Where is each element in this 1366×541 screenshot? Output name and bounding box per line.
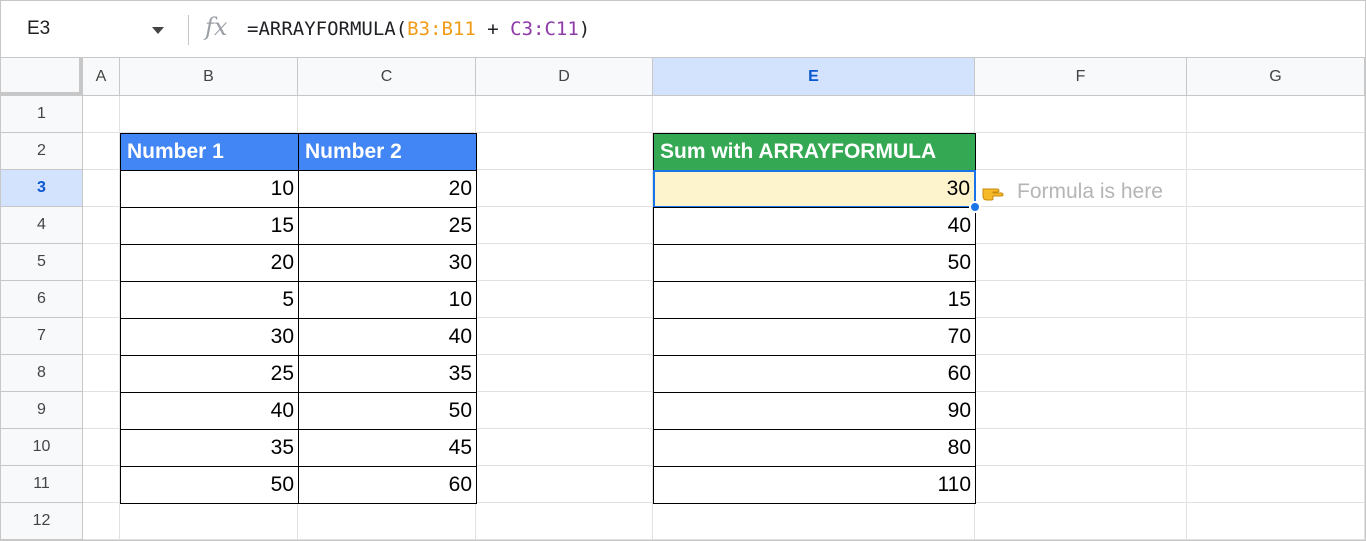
row-header-11[interactable]: 11 (1, 466, 83, 503)
row-header-4[interactable]: 4 (1, 207, 83, 244)
spreadsheet-window: E3 fx =ARRAYFORMULA(B3:B11 + C3:C11) ABC… (0, 0, 1366, 541)
fill-handle[interactable] (969, 201, 981, 213)
table-cell[interactable]: 25 (298, 207, 477, 245)
formula-operator: + (475, 18, 511, 40)
column-header-e[interactable]: E (653, 58, 975, 96)
row-header-10[interactable]: 10 (1, 429, 83, 466)
table-cell[interactable]: 60 (653, 355, 976, 393)
formula-bar-divider (188, 15, 189, 45)
name-box[interactable]: E3 (27, 18, 50, 40)
table-cell[interactable]: 20 (298, 170, 477, 208)
table-cell[interactable]: 40 (298, 318, 477, 356)
row-header-6[interactable]: 6 (1, 281, 83, 318)
row-header-7[interactable]: 7 (1, 318, 83, 355)
table-cell[interactable]: 50 (120, 466, 299, 504)
formula-range-b: B3:B11 (407, 18, 476, 40)
column-header-g[interactable]: G (1187, 58, 1365, 96)
formula-bar: E3 fx =ARRAYFORMULA(B3:B11 + C3:C11) (1, 1, 1365, 58)
name-box-dropdown-icon[interactable] (152, 27, 164, 34)
column-header-c[interactable]: C (298, 58, 476, 96)
column-header-b[interactable]: B (120, 58, 298, 96)
row-header-12[interactable]: 12 (1, 503, 83, 540)
formula-annotation: Formula is here (981, 180, 1163, 204)
table-cell[interactable]: 60 (298, 466, 477, 504)
table-cell[interactable]: 15 (120, 207, 299, 245)
active-cell-e3[interactable]: 30 (653, 170, 976, 208)
gridline-horizontal (83, 539, 1365, 540)
table-cell[interactable]: 110 (653, 466, 976, 504)
gridline-vertical (1364, 96, 1365, 540)
table-cell[interactable]: 40 (653, 207, 976, 245)
table-header-sum[interactable]: Sum with ARRAYFORMULA (653, 133, 976, 171)
table-cell[interactable]: 50 (298, 392, 477, 430)
table-cell[interactable]: 80 (653, 429, 976, 467)
formula-range-c: C3:C11 (510, 18, 579, 40)
gridline-vertical (1186, 96, 1187, 540)
row-header-8[interactable]: 8 (1, 355, 83, 392)
row-header-1[interactable]: 1 (1, 96, 83, 133)
column-header-a[interactable]: A (83, 58, 120, 96)
column-header-d[interactable]: D (476, 58, 653, 96)
row-header-5[interactable]: 5 (1, 244, 83, 281)
formula-suffix: ) (578, 18, 591, 40)
table-cell[interactable]: 70 (653, 318, 976, 356)
table-cell[interactable]: 30 (120, 318, 299, 356)
column-header-f[interactable]: F (975, 58, 1187, 96)
table-cell[interactable]: 15 (653, 281, 976, 319)
formula-input[interactable]: =ARRAYFORMULA(B3:B11 + C3:C11) (247, 18, 590, 40)
table-cell[interactable]: 50 (653, 244, 976, 282)
table-header-number-1[interactable]: Number 1 (120, 133, 299, 171)
table-cell[interactable]: 20 (120, 244, 299, 282)
table-cell[interactable]: 10 (298, 281, 477, 319)
table-cell[interactable]: 30 (298, 244, 477, 282)
formula-prefix: =ARRAYFORMULA( (247, 18, 408, 40)
table-cell[interactable]: 90 (653, 392, 976, 430)
row-header-2[interactable]: 2 (1, 133, 83, 170)
row-header-3[interactable]: 3 (1, 170, 83, 207)
table-cell[interactable]: 25 (120, 355, 299, 393)
annotation-text: Formula is here (1017, 180, 1163, 203)
row-header-9[interactable]: 9 (1, 392, 83, 429)
table-cell[interactable]: 5 (120, 281, 299, 319)
table-cell[interactable]: 35 (298, 355, 477, 393)
table-header-number-2[interactable]: Number 2 (298, 133, 477, 171)
table-cell[interactable]: 45 (298, 429, 477, 467)
select-all-corner[interactable] (1, 58, 83, 96)
table-cell[interactable]: 35 (120, 429, 299, 467)
table-cell[interactable]: 40 (120, 392, 299, 430)
table-cell[interactable]: 10 (120, 170, 299, 208)
fx-icon: fx (205, 13, 228, 41)
pointing-hand-icon (982, 188, 1004, 201)
